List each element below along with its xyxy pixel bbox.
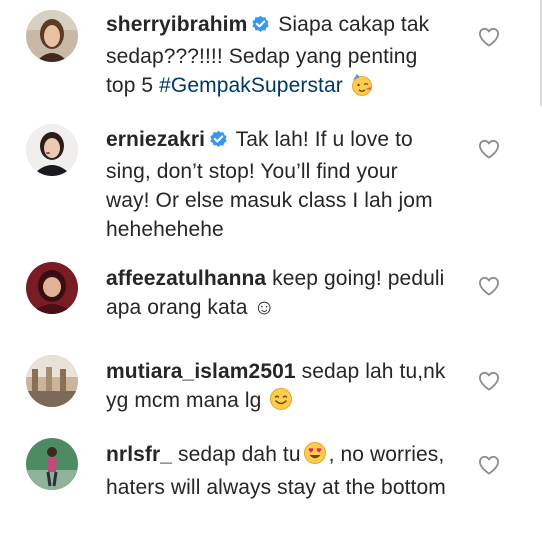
avatar-image-icon bbox=[26, 262, 78, 314]
comment-text: erniezakri Tak lah! If u love to sing, d… bbox=[106, 125, 446, 244]
avatar[interactable] bbox=[26, 262, 78, 314]
comment-text: mutiara_islam2501 sedap lah tu,nk yg mcm… bbox=[106, 357, 446, 419]
verified-badge-icon bbox=[251, 13, 270, 42]
comment-text: nrlsfr_ sedap dah tu, no worries, haters… bbox=[106, 440, 446, 502]
heart-outline-icon[interactable] bbox=[478, 455, 500, 475]
comment-username[interactable]: mutiara_islam2501 bbox=[106, 360, 296, 383]
avatar[interactable] bbox=[26, 355, 78, 407]
comment-username[interactable]: affeezatulhanna bbox=[106, 267, 266, 290]
comment-username[interactable]: erniezakri bbox=[106, 128, 205, 151]
verified-badge-icon bbox=[209, 128, 228, 157]
avatar-image-icon bbox=[26, 10, 78, 62]
smiling-face-icon bbox=[269, 387, 293, 419]
avatar[interactable] bbox=[26, 124, 78, 176]
avatar[interactable] bbox=[26, 438, 78, 490]
comment-username[interactable]: nrlsfr_ bbox=[106, 443, 172, 466]
comment-text: sherryibrahim Siapa cakap tak sedap???!!… bbox=[106, 10, 446, 104]
avatar-image-icon bbox=[26, 438, 78, 490]
partying-face-icon bbox=[351, 74, 373, 104]
comment-username[interactable]: sherryibrahim bbox=[106, 13, 247, 36]
avatar[interactable] bbox=[26, 10, 78, 62]
heart-outline-icon[interactable] bbox=[478, 27, 500, 47]
comment-text: affeezatulhanna keep going! peduli apa o… bbox=[106, 264, 446, 322]
avatar-image-icon bbox=[26, 124, 78, 176]
heart-eyes-face-icon bbox=[303, 441, 327, 473]
comment-body: sedap dah tu bbox=[178, 443, 301, 466]
hashtag-link[interactable]: #GempakSuperstar bbox=[159, 74, 343, 97]
avatar-image-icon bbox=[26, 355, 78, 407]
heart-outline-icon[interactable] bbox=[478, 371, 500, 391]
heart-outline-icon[interactable] bbox=[478, 139, 500, 159]
heart-outline-icon[interactable] bbox=[478, 276, 500, 296]
